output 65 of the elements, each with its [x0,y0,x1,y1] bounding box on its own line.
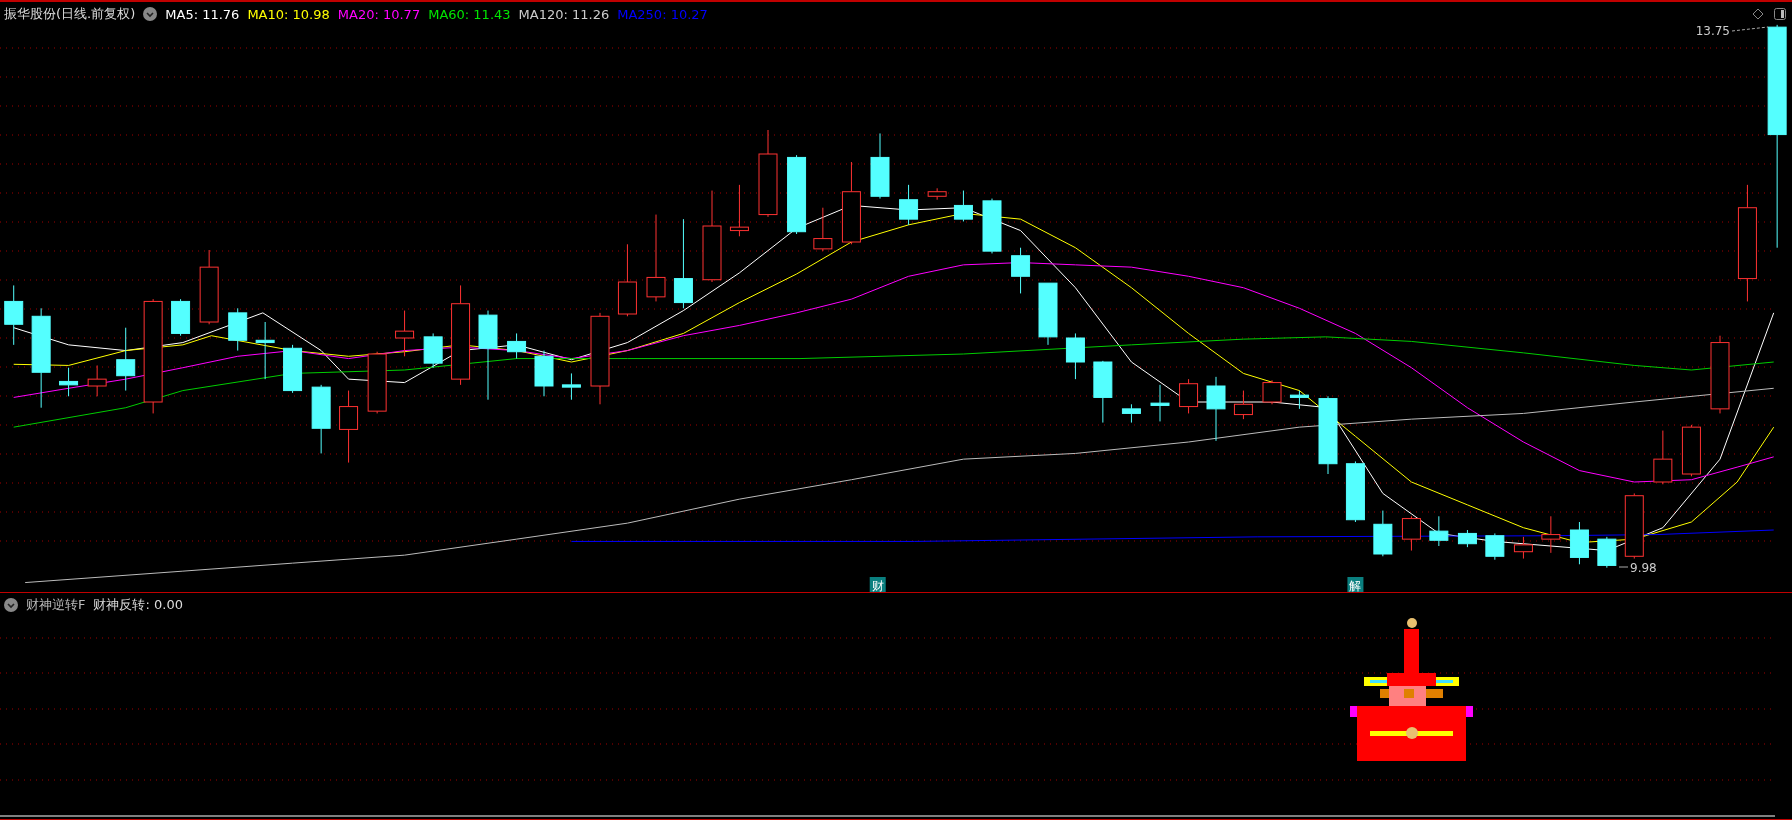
signal-marker: 解 [1347,577,1364,592]
candlestick [395,310,415,357]
candlestick [507,332,527,360]
low-price-label: 9.98 [1630,561,1657,575]
candlestick [899,184,919,226]
candlestick [1597,536,1617,569]
leader-line [1731,26,1769,32]
candlestick [1624,492,1644,560]
indicator-name: 财神逆转F [26,596,86,614]
panel-toggle-icon[interactable] [1774,8,1786,20]
stock-title: 振华股份(日线.前复权) [4,5,136,23]
candlestick [1289,390,1309,410]
candlestick [311,384,331,454]
moving-average-reading: MA5: 11.76 [165,6,240,22]
candlestick [87,364,107,397]
candlestick [1485,532,1505,561]
candlestick [729,184,749,237]
candlestick [982,198,1002,254]
candlestick [1653,430,1673,485]
candlestick [1569,521,1589,565]
candlestick [1038,282,1058,346]
candlestick [1401,515,1421,552]
dropdown-icon[interactable] [4,598,18,612]
candlestick [1150,384,1170,422]
candlestick [1373,510,1393,557]
moving-average-reading: MA250: 10.27 [617,6,708,22]
candlestick [1457,529,1477,548]
candlestick [1233,390,1253,420]
moving-average-reading: MA60: 11.43 [428,6,511,22]
candlestick [1206,376,1226,442]
candlestick [1513,536,1533,560]
candlestick [255,321,275,380]
candlestick [367,351,387,414]
indicator-reading: 财神反转: 0.00 [93,596,183,614]
candlestick [1681,424,1701,477]
candlestick [4,284,24,346]
candlestick [1429,515,1449,547]
candlestick [59,367,79,397]
candlestick [228,307,248,352]
candlestick [813,207,833,252]
candlestick [534,350,554,397]
moving-average-reading: MA20: 10.77 [337,6,421,22]
diamond-icon[interactable] [1752,8,1764,20]
candlestick [561,372,581,401]
candlestick [1179,378,1199,414]
candlestick [870,132,890,200]
candlestick [423,332,443,369]
dropdown-icon[interactable] [143,7,158,21]
candlestick [1011,247,1031,294]
leader-line [1618,566,1629,568]
signal-marker: 财 [869,577,886,592]
candlestick [1262,379,1282,405]
candlestick [1121,403,1141,424]
candlestick [1065,332,1085,380]
moving-average-reading: MA120: 11.26 [518,6,610,22]
candlestick [116,327,136,392]
candlestick [1541,515,1561,554]
candlestick [283,344,303,394]
candlestick [1093,360,1113,424]
moving-average-reading: MA10: 10.98 [247,6,330,22]
candlestick [171,298,191,337]
candlestick [953,190,973,222]
candlestick [927,187,947,201]
high-price-label: 13.75 [1695,24,1730,38]
candlestick [1345,460,1365,523]
